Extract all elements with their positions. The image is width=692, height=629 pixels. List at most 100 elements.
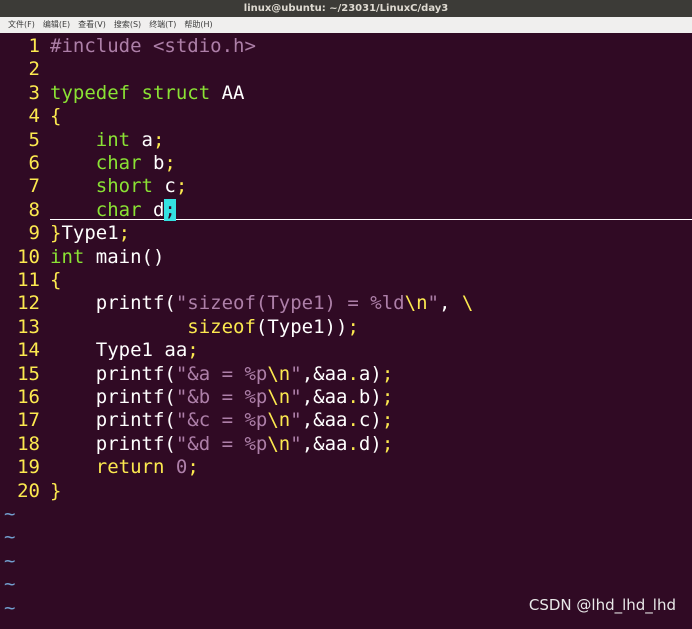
code-line: 10 int main() xyxy=(0,246,164,269)
code-line: 13 sizeof(Type1)); xyxy=(0,316,359,339)
empty-line-tilde: ~ xyxy=(4,573,16,596)
code-token: " xyxy=(290,386,302,408)
code-line: 15 printf("&a = %p\n",&aa.a); xyxy=(0,363,393,386)
line-number: 11 xyxy=(17,269,40,291)
code-text: { xyxy=(50,105,61,127)
code-token: { xyxy=(50,105,62,128)
code-token: ; xyxy=(152,128,165,151)
code-token: } xyxy=(50,479,62,502)
code-token: (Type1)) xyxy=(255,315,348,338)
code-text: printf("sizeof(Type1) = %ld\n", \ xyxy=(50,292,474,315)
code-token: "&b = %p xyxy=(175,386,268,408)
code-token: b xyxy=(141,152,165,174)
line-number: 6 xyxy=(28,152,40,174)
line-number: 13 xyxy=(17,315,40,338)
code-token: char xyxy=(95,152,142,174)
code-token: { xyxy=(50,269,62,291)
code-token: ,&aa xyxy=(301,362,348,385)
code-token: " xyxy=(290,432,302,455)
menu-item-1[interactable]: 编辑(E) xyxy=(35,17,70,33)
code-text: int a; xyxy=(50,128,165,151)
code-line: 17 printf("&c = %p\n",&aa.c); xyxy=(0,409,393,432)
line-number: 10 xyxy=(17,245,40,268)
code-text: #include <stdio.h> xyxy=(50,35,256,57)
code-token: ,&aa xyxy=(301,409,348,432)
code-token: \n xyxy=(267,432,291,455)
code-token: main() xyxy=(84,245,165,268)
code-token: ; xyxy=(381,409,394,432)
menu-item-2[interactable]: 查看(V) xyxy=(70,17,106,33)
line-number: 5 xyxy=(28,128,40,151)
menu-item-0[interactable]: 文件(F) xyxy=(0,17,35,33)
code-token: " xyxy=(290,362,302,385)
code-token: short xyxy=(95,175,153,198)
code-line: 8 char d; xyxy=(0,198,176,222)
code-token: typedef xyxy=(50,81,131,104)
code-token: \n xyxy=(267,409,291,432)
code-token: printf( xyxy=(50,409,176,432)
code-token: \n xyxy=(267,386,291,408)
code-token: <stdio.h> xyxy=(152,35,256,57)
line-number: 18 xyxy=(17,432,40,455)
code-token: ,&aa xyxy=(301,432,348,455)
code-text: char d; xyxy=(50,198,176,221)
menu-item-4[interactable]: 终端(T) xyxy=(141,17,176,33)
code-text: printf("&c = %p\n",&aa.c); xyxy=(50,409,394,432)
line-number: 7 xyxy=(28,175,40,198)
code-token: ; xyxy=(381,432,394,455)
code-token: b) xyxy=(358,386,382,408)
code-line: 3 typedef struct AA xyxy=(0,82,245,105)
code-token: \ xyxy=(461,292,474,315)
code-line: 7 short c; xyxy=(0,175,188,198)
code-token: int xyxy=(50,245,85,268)
menu-item-3[interactable]: 搜索(S) xyxy=(106,17,141,33)
code-token: "&a = %p xyxy=(175,362,268,385)
empty-line-tilde: ~ xyxy=(4,526,16,549)
code-token: "&d = %p xyxy=(175,432,268,455)
code-line: 4{ xyxy=(0,105,62,128)
line-number: 16 xyxy=(17,386,40,408)
code-token: "&c = %p xyxy=(175,409,268,432)
code-token: } xyxy=(50,222,62,245)
code-token: . xyxy=(347,409,359,432)
code-token: a xyxy=(130,128,153,151)
code-token: printf( xyxy=(50,386,176,408)
code-text: { xyxy=(50,269,61,291)
window-title: linux@ubuntu: ~/23031/LinuxC/day3 xyxy=(0,0,692,17)
code-text: return 0; xyxy=(50,456,199,478)
code-token: ,&aa xyxy=(301,386,348,408)
code-text: }Type1; xyxy=(50,222,130,244)
menu-item-5[interactable]: 帮助(H) xyxy=(176,17,212,33)
code-token: ; xyxy=(381,362,394,385)
code-text: } xyxy=(50,480,61,502)
code-token: . xyxy=(347,362,359,385)
line-number: 12 xyxy=(17,292,40,315)
code-text: sizeof(Type1)); xyxy=(50,316,359,338)
vim-editor[interactable]: 1 #include <stdio.h> 2 3 typedef struct AA 4{… xyxy=(0,33,692,623)
line-number: 17 xyxy=(17,409,40,432)
code-token: d xyxy=(141,198,165,221)
code-token: ; xyxy=(118,222,131,245)
code-text: printf("&a = %p\n",&aa.a); xyxy=(50,362,394,385)
code-token: "sizeof(Type1) = %ld xyxy=(175,292,405,315)
code-line: 12 printf("sizeof(Type1) = %ld\n", \ xyxy=(0,292,473,315)
line-number: 3 xyxy=(28,81,40,104)
code-token: " xyxy=(427,292,439,315)
menu-bar: 文件(F) 编辑(E) 查看(V) 搜索(S) 终端(T) 帮助(H) xyxy=(0,17,692,33)
code-token: printf( xyxy=(50,292,176,315)
code-text: typedef struct AA xyxy=(50,82,245,104)
empty-line-tilde: ~ xyxy=(4,549,16,572)
code-token: #include xyxy=(50,35,153,57)
code-token: a) xyxy=(358,362,382,385)
code-token: c) xyxy=(358,409,382,432)
code-line: 11 { xyxy=(0,269,61,292)
line-number: 9 xyxy=(28,222,40,245)
code-line: 18 printf("&d = %p\n",&aa.d); xyxy=(0,433,393,456)
code-line: 2 xyxy=(0,58,50,81)
line-number: 1 xyxy=(28,35,40,57)
empty-line-tilde: ~ xyxy=(4,503,16,525)
